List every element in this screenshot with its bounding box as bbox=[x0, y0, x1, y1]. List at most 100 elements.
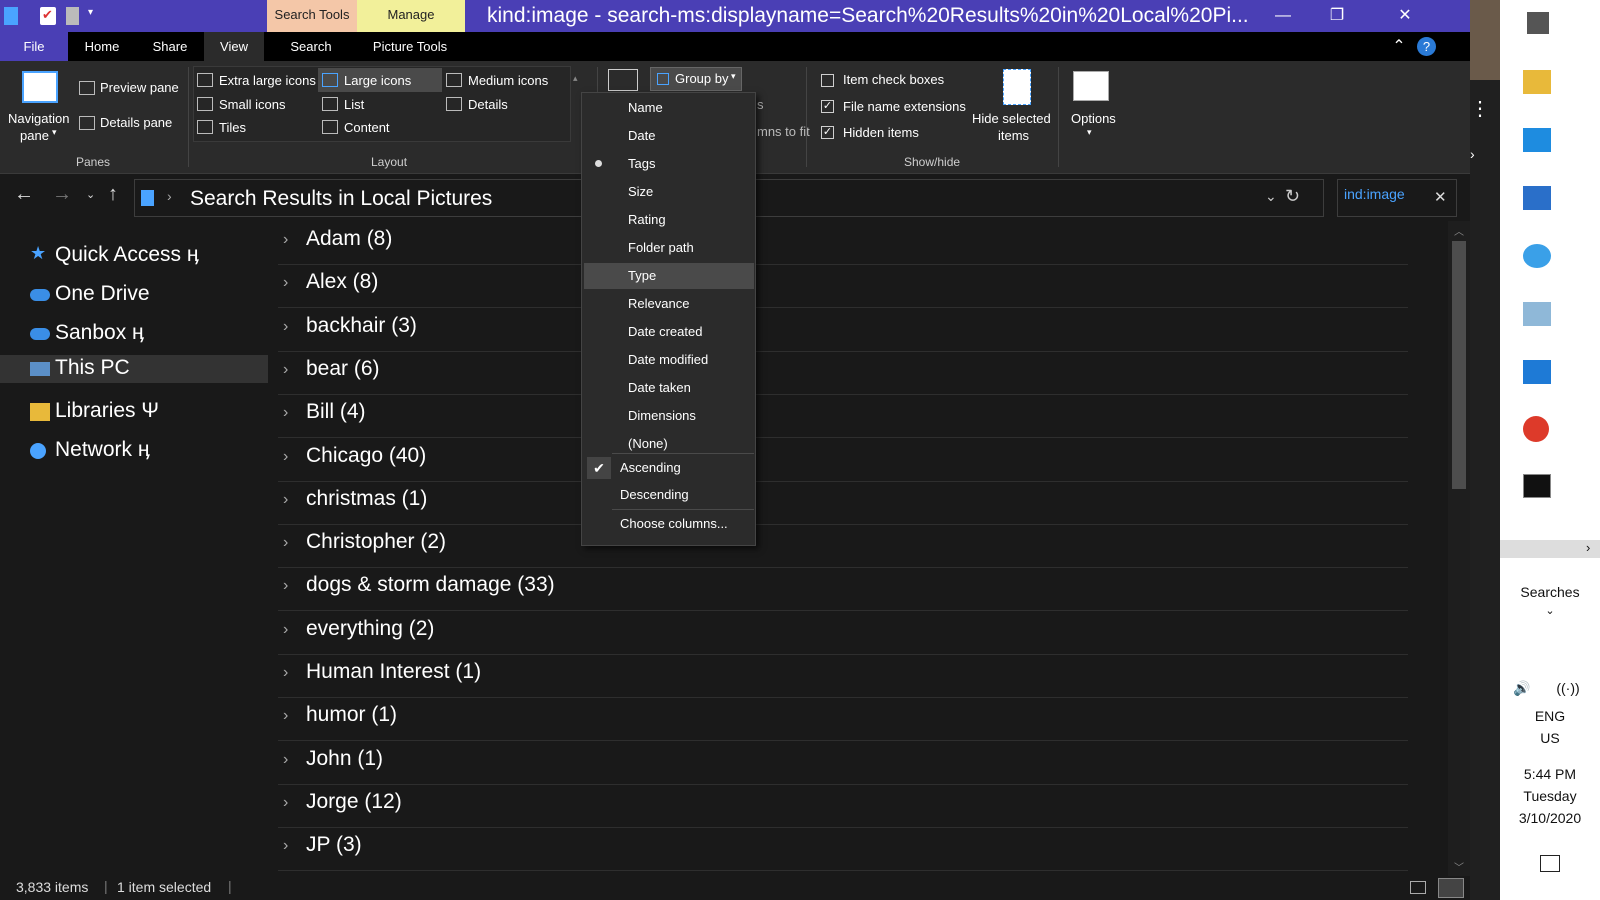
item-check-boxes-checkbox[interactable] bbox=[821, 74, 834, 87]
chevron-right-icon[interactable]: › bbox=[1586, 540, 1590, 555]
menu-item-group-by[interactable]: Size bbox=[584, 179, 754, 205]
chevron-right-icon[interactable]: › bbox=[283, 534, 288, 552]
details-button[interactable]: Details bbox=[468, 97, 508, 112]
group-header[interactable]: › bear (6) bbox=[278, 355, 1408, 395]
up-arrow-icon[interactable]: ↑ bbox=[108, 183, 118, 206]
hidden-items-label[interactable]: Hidden items bbox=[843, 125, 919, 140]
group-header[interactable]: › everything (2) bbox=[278, 615, 1408, 655]
hidden-items-checkbox[interactable]: ✓ bbox=[821, 126, 834, 139]
sort-by-icon[interactable] bbox=[608, 69, 638, 91]
clear-search-icon[interactable]: ✕ bbox=[1434, 188, 1447, 206]
sidebar-item-one-drive[interactable]: One Drive bbox=[0, 280, 268, 310]
list-button[interactable]: List bbox=[344, 97, 364, 112]
tab-search[interactable]: Search bbox=[268, 32, 354, 61]
refresh-icon[interactable]: ↻ bbox=[1285, 186, 1300, 207]
clock-date[interactable]: 3/10/2020 bbox=[1500, 810, 1600, 826]
wifi-icon[interactable]: ((·)) bbox=[1518, 680, 1600, 696]
menu-item-group-by[interactable]: Relevance bbox=[584, 291, 754, 317]
scroll-up-icon[interactable]: ︿ bbox=[1454, 223, 1464, 238]
gallery-scroll-up-icon[interactable]: ▴ bbox=[573, 73, 578, 84]
group-header[interactable]: › Christopher (2) bbox=[278, 528, 1408, 569]
forward-arrow-icon[interactable]: → bbox=[52, 183, 72, 206]
windows-start-icon[interactable] bbox=[1527, 12, 1549, 34]
search-box[interactable]: ind:image ✕ bbox=[1337, 179, 1457, 217]
menu-item-group-by[interactable]: Date modified bbox=[584, 347, 754, 373]
help-icon[interactable]: ? bbox=[1417, 37, 1436, 56]
menu-item-descending[interactable]: Descending bbox=[584, 482, 754, 508]
notepad-app-icon[interactable] bbox=[1523, 302, 1551, 326]
chevron-right-icon[interactable]: › bbox=[283, 794, 288, 812]
group-header[interactable]: › Human Interest (1) bbox=[278, 658, 1408, 698]
group-header[interactable]: › JP (3) bbox=[278, 831, 1408, 872]
close-button[interactable]: ✕ bbox=[1382, 0, 1428, 32]
menu-item-group-by[interactable]: Date bbox=[584, 123, 754, 149]
preview-pane-button[interactable]: Preview pane bbox=[100, 80, 179, 95]
group-header[interactable]: › John (1) bbox=[278, 745, 1408, 785]
language-primary[interactable]: ENG bbox=[1500, 708, 1600, 724]
group-header[interactable]: › Bill (4) bbox=[278, 398, 1408, 439]
chevron-right-icon[interactable]: › bbox=[283, 491, 288, 509]
menu-item-group-by[interactable]: Folder path bbox=[584, 235, 754, 261]
scroll-down-icon[interactable]: ﹀ bbox=[1454, 859, 1464, 874]
maximize-button[interactable]: ❐ bbox=[1314, 0, 1360, 32]
menu-item-group-by[interactable]: Dimensions bbox=[584, 403, 754, 429]
navigation-pane-button[interactable]: Navigation bbox=[8, 111, 69, 126]
chevron-right-icon[interactable]: › bbox=[283, 664, 288, 682]
group-header[interactable]: › Adam (8) bbox=[278, 225, 1408, 265]
notifications-icon[interactable] bbox=[1540, 855, 1560, 872]
add-columns-partial[interactable]: s bbox=[757, 97, 764, 112]
clock-day[interactable]: Tuesday bbox=[1500, 788, 1600, 804]
group-header[interactable]: › Alex (8) bbox=[278, 268, 1408, 309]
recent-locations-chevron-icon[interactable]: ⌄ bbox=[86, 188, 95, 201]
tab-share[interactable]: Share bbox=[140, 32, 200, 61]
chevron-right-icon[interactable]: › bbox=[283, 361, 288, 379]
customize-toolbar-icon[interactable]: ▾ bbox=[88, 7, 98, 25]
menu-item-group-by[interactable]: Date created bbox=[584, 319, 754, 345]
more-options-icon[interactable]: ⋮ bbox=[1470, 96, 1490, 121]
chevron-right-icon[interactable]: › bbox=[1470, 146, 1475, 162]
group-by-button[interactable]: Group by ▾ bbox=[650, 67, 742, 91]
item-check-boxes-label[interactable]: Item check boxes bbox=[843, 72, 944, 87]
searches-label[interactable]: Searches bbox=[1500, 584, 1600, 600]
context-tab-manage[interactable]: Manage bbox=[357, 0, 465, 32]
new-folder-icon[interactable] bbox=[66, 7, 79, 25]
small-icons-button[interactable]: Small icons bbox=[219, 97, 285, 112]
sidebar-item-sanbox[interactable]: Sanbox ӊ bbox=[0, 319, 268, 349]
chevron-right-icon[interactable]: › bbox=[283, 448, 288, 466]
clock-time[interactable]: 5:44 PM bbox=[1500, 766, 1600, 782]
powershell-icon[interactable] bbox=[1523, 186, 1551, 210]
chevron-right-icon[interactable]: › bbox=[283, 577, 288, 595]
group-header[interactable]: › Chicago (40) bbox=[278, 442, 1408, 482]
tiles-button[interactable]: Tiles bbox=[219, 120, 246, 135]
file-name-extensions-label[interactable]: File name extensions bbox=[843, 99, 966, 114]
file-name-extensions-checkbox[interactable]: ✓ bbox=[821, 100, 834, 113]
breadcrumb-chevron-icon[interactable]: › bbox=[167, 188, 172, 204]
chevron-right-icon[interactable]: › bbox=[283, 751, 288, 769]
details-view-icon[interactable] bbox=[1410, 881, 1426, 894]
content-button[interactable]: Content bbox=[344, 120, 390, 135]
group-header[interactable]: › humor (1) bbox=[278, 701, 1408, 742]
details-pane-button[interactable]: Details pane bbox=[100, 115, 172, 130]
context-tab-search-tools[interactable]: Search Tools bbox=[267, 0, 357, 32]
group-header[interactable]: › Jorge (12) bbox=[278, 788, 1408, 828]
sidebar-item-libraries[interactable]: Libraries Ψ bbox=[0, 397, 268, 427]
navigation-pane-icon[interactable] bbox=[22, 71, 58, 103]
chevron-down-icon[interactable]: ▾ bbox=[1087, 127, 1092, 138]
back-arrow-icon[interactable]: ← bbox=[14, 183, 34, 206]
file-explorer-icon[interactable] bbox=[1523, 70, 1551, 94]
menu-item-group-by[interactable]: Name bbox=[584, 95, 754, 121]
language-secondary[interactable]: US bbox=[1500, 730, 1600, 746]
chevron-right-icon[interactable]: › bbox=[283, 837, 288, 855]
menu-item-choose-columns[interactable]: Choose columns... bbox=[584, 511, 754, 537]
extra-large-icons-button[interactable]: Extra large icons bbox=[219, 73, 316, 88]
menu-item-group-by[interactable]: Date taken bbox=[584, 375, 754, 401]
sidebar-item-quick-access[interactable]: ★ Quick Access ӊ bbox=[0, 241, 268, 271]
search-input[interactable]: ind:image bbox=[1344, 186, 1405, 202]
tab-home[interactable]: Home bbox=[72, 32, 132, 61]
group-header[interactable]: › christmas (1) bbox=[278, 485, 1408, 525]
menu-item-group-by[interactable]: Tags bbox=[584, 151, 754, 177]
gear-app-icon[interactable] bbox=[1523, 244, 1551, 268]
hide-selected-items-icon[interactable] bbox=[1003, 69, 1031, 105]
chevron-down-icon[interactable]: ▾ bbox=[52, 127, 57, 138]
chevron-right-icon[interactable]: › bbox=[283, 274, 288, 292]
